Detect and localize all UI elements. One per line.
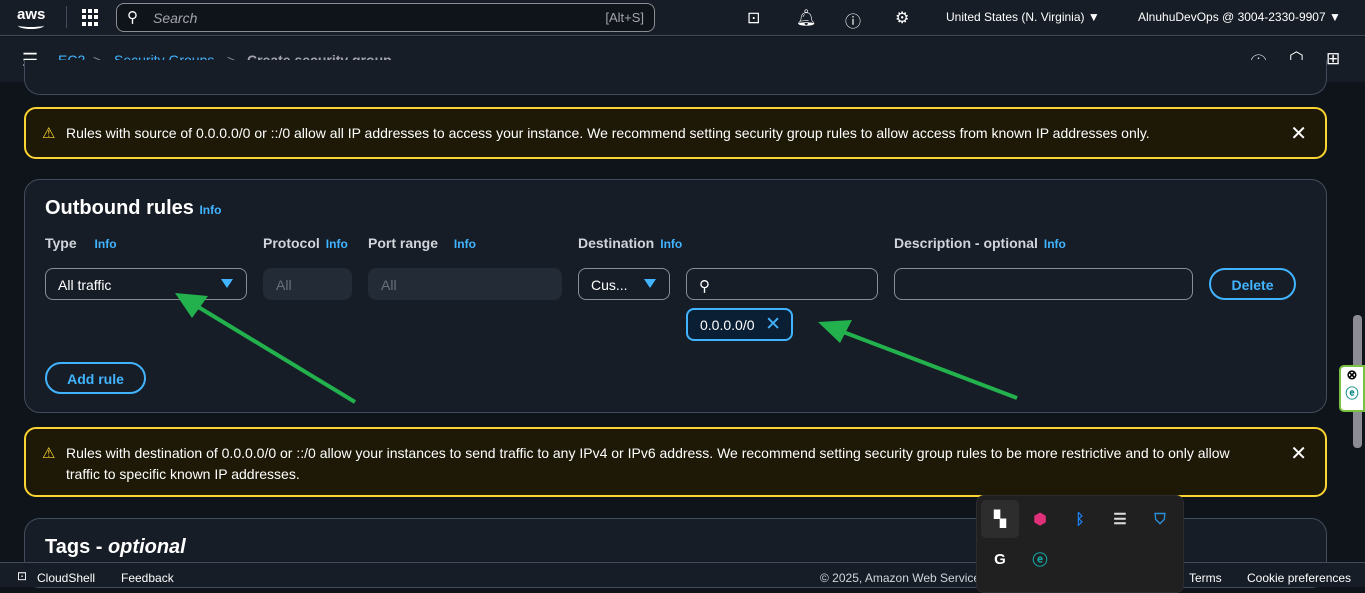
remove-token-icon[interactable]: ✕ [765,313,781,336]
destination-type-value: Cus... [591,277,628,293]
description-label: Description - optional Info [894,235,1066,251]
info-link[interactable]: Info [95,237,117,251]
grammarly-icon[interactable]: G [981,540,1019,578]
destination-type-select[interactable]: Cus... [578,268,670,300]
bookmark-app-icon[interactable]: ▚ [981,500,1019,538]
inbound-warning-alert: ⚠ Rules with source of 0.0.0.0/0 or ::/0… [24,107,1327,159]
bell-icon[interactable]: 🔔︎ [796,8,816,28]
info-link[interactable]: Info [1044,237,1066,251]
dismiss-icon[interactable]: ✕ [1290,121,1307,146]
dismiss-icon[interactable]: ✕ [1290,441,1307,466]
eset-icon[interactable]: ⓔ [1341,383,1363,402]
destination-search-input[interactable]: ⚲ [686,268,878,300]
port-range-field: All [368,268,562,300]
region-selector[interactable]: United States (N. Virginia) ▼ [946,10,1100,24]
outbound-warning-alert: ⚠ Rules with destination of 0.0.0.0/0 or… [24,427,1327,497]
search-icon: ⚲ [699,278,710,295]
account-menu[interactable]: AlnuhuDevOps @ 3004-2330-9907 ▼ [1138,10,1341,24]
type-value: All traffic [58,277,112,293]
add-rule-button[interactable]: Add rule [45,362,146,394]
jetbrains-toolbox-icon[interactable]: ⬢ [1021,500,1059,538]
info-link[interactable]: Info [454,237,476,251]
warning-icon: ⚠ [42,125,56,142]
divider [66,6,67,28]
protocol-field: All [263,268,352,300]
protocol-label: Protocol Info [263,235,348,251]
title-text: Outbound rules [45,197,194,219]
label-text: Port range [368,235,439,251]
label-text: Destination [578,235,655,251]
type-label: Type Info [45,235,117,251]
warning-text: Rules with destination of 0.0.0.0/0 or :… [66,445,1230,482]
delete-button[interactable]: Delete [1209,268,1296,300]
help-icon[interactable]: ⓘ [845,8,861,32]
label-text: Protocol [263,235,320,251]
info-link[interactable]: Info [326,237,348,251]
close-icon[interactable]: ⊗ [1341,367,1363,383]
inbound-rules-card [24,60,1327,95]
search-icon: ⚲ [127,9,138,26]
search-shortcut: [Alt+S] [605,10,644,25]
label-text: Description - optional [894,235,1038,251]
port-range-label: Port range Info [368,235,476,251]
defender-shield-icon[interactable]: ⛉ [1141,500,1179,538]
cloudshell-link[interactable]: CloudShell [37,571,95,585]
cloudshell-icon[interactable]: ⊡ [17,569,27,583]
info-link[interactable]: Info [199,203,221,217]
optional-text: optional [107,536,186,558]
search-placeholder: Search [153,10,198,26]
outbound-rules-title: Outbound rules Info [45,197,221,220]
system-tray-overflow: ▚ ⬢ ᛒ ☰ ⛉ G ⓔ [976,495,1184,593]
warning-icon: ⚠ [42,445,56,462]
bluetooth-icon[interactable]: ᛒ [1061,500,1099,538]
cookie-preferences-link[interactable]: Cookie preferences [1247,571,1351,585]
copyright: © 2025, Amazon Web Services [820,571,987,585]
services-menu-icon[interactable] [82,9,99,26]
type-select[interactable]: All traffic [45,268,247,300]
description-input[interactable] [894,268,1193,300]
tags-title: Tags - optional [45,536,186,559]
audio-device-icon[interactable]: ☰ [1101,500,1139,538]
eset-extension-widget[interactable]: ⊗ ⓔ [1339,365,1365,412]
destination-label: Destination Info [578,235,682,251]
caret-down-icon [221,279,233,288]
aws-logo[interactable]: aws [17,6,45,29]
info-link[interactable]: Info [660,237,682,251]
eset-tray-icon[interactable]: ⓔ [1021,540,1059,578]
token-value: 0.0.0.0/0 [700,317,755,333]
feedback-link[interactable]: Feedback [121,571,174,585]
cloudshell-icon[interactable]: ⊡ [747,8,760,28]
top-nav: aws ⚲ Search [Alt+S] ⊡ 🔔︎ ⓘ ⚙ United Sta… [0,0,1365,36]
warning-text: Rules with source of 0.0.0.0/0 or ::/0 a… [66,125,1150,141]
terms-link[interactable]: Terms [1189,571,1222,585]
title-text: Tags - [45,536,108,558]
caret-down-icon [644,279,656,288]
search-input[interactable]: ⚲ Search [Alt+S] [116,3,655,32]
label-text: Type [45,235,77,251]
destination-token: 0.0.0.0/0 ✕ [686,308,793,341]
feedback-icon[interactable]: ⊞ [1326,49,1340,69]
gear-icon[interactable]: ⚙ [895,8,909,28]
